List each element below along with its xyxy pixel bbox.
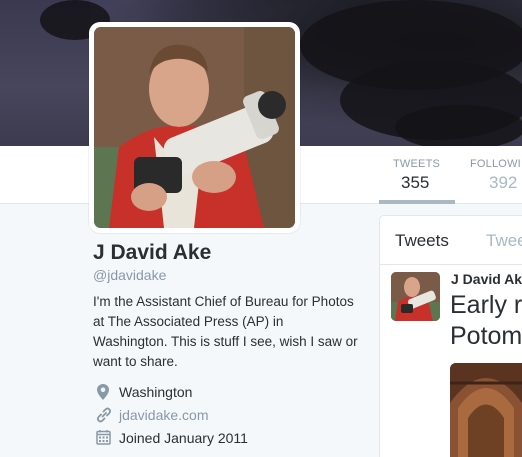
avatar-photo: [94, 27, 295, 228]
nav-tweets-value: 355: [401, 173, 430, 192]
website-link[interactable]: jdavidake.com: [119, 405, 209, 425]
tab-tweets-replies[interactable]: Twee: [486, 231, 522, 251]
profile-avatar[interactable]: [89, 22, 300, 233]
tweet-text-line-1: Early r: [450, 291, 522, 319]
link-icon: [96, 406, 112, 424]
profile-handle[interactable]: @jdavidake: [93, 266, 363, 284]
profile-card: J David Ake @jdavidake I'm the Assistant…: [93, 240, 363, 372]
nav-active-indicator: [379, 200, 455, 204]
profile-bio: I'm the Assistant Chief of Bureau for Ph…: [93, 294, 358, 369]
nav-following-value: 392: [489, 173, 518, 192]
tweet-avatar[interactable]: [391, 272, 440, 321]
nav-following-count[interactable]: FOLLOWI 392: [456, 146, 522, 204]
calendar-icon: [96, 429, 112, 447]
nav-tweets-label: TWEETS: [393, 158, 441, 170]
tab-tweets[interactable]: Tweets: [395, 231, 449, 251]
nav-following-label: FOLLOWI: [470, 158, 521, 170]
tweet-text-line-2: Potom: [450, 322, 522, 350]
tweet-media-image[interactable]: [450, 363, 522, 457]
location-pin-icon: [96, 383, 112, 401]
timeline-tabs: Tweets Twee: [380, 216, 522, 265]
tweet-author-name[interactable]: J David Ak: [451, 271, 522, 287]
nav-tweets-count[interactable]: TWEETS 355: [379, 146, 455, 204]
profile-name[interactable]: J David Ake: [93, 240, 363, 266]
joined-text: Joined January 2011: [119, 430, 248, 446]
location-text: Washington: [119, 384, 193, 400]
